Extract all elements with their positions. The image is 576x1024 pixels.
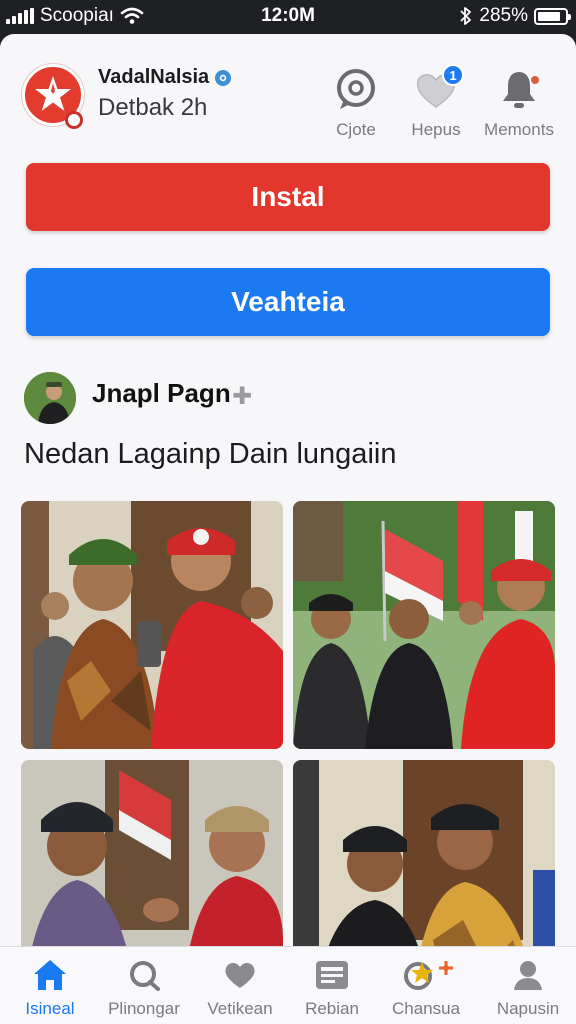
notification-badge: 1 bbox=[442, 64, 464, 86]
likes-label: Hepus bbox=[411, 120, 461, 139]
battery-percent: 285% bbox=[479, 5, 528, 26]
nav-home-label: Isineal bbox=[25, 999, 75, 1018]
activity-icon bbox=[404, 961, 453, 990]
nav-activity-label: Chansua bbox=[391, 999, 461, 1018]
nav-profile[interactable]: Napusin bbox=[480, 957, 576, 1019]
bottom-nav: Isineal Plinongar Vetikean Rebian Chansu… bbox=[0, 946, 576, 1024]
nav-activity[interactable]: Chansua bbox=[378, 957, 474, 1019]
post-photo-2[interactable] bbox=[293, 501, 555, 749]
nav-search[interactable]: Plinongar bbox=[96, 957, 192, 1019]
battery-icon bbox=[534, 7, 571, 25]
post-caption: Nedan Lagainp Dain lungaiin bbox=[24, 438, 397, 470]
author-photo bbox=[24, 372, 76, 424]
post-photo-1[interactable] bbox=[21, 501, 283, 749]
nav-favorites-label: Vetikean bbox=[207, 999, 273, 1018]
follow-button[interactable]: Veahteia bbox=[26, 268, 550, 336]
nav-search-label: Plinongar bbox=[108, 999, 180, 1018]
news-icon bbox=[316, 961, 348, 989]
nav-favorites[interactable]: Vetikean bbox=[192, 957, 288, 1019]
nav-news[interactable]: Rebian bbox=[284, 957, 380, 1019]
bluetooth-icon bbox=[460, 7, 472, 25]
account-logo[interactable] bbox=[22, 64, 84, 129]
nav-home[interactable]: Isineal bbox=[2, 957, 98, 1019]
follow-author-icon[interactable]: ✚ bbox=[232, 382, 252, 411]
chat-label: Cjote bbox=[336, 120, 376, 139]
search-icon bbox=[130, 961, 160, 991]
alert-dot bbox=[531, 76, 539, 84]
verified-icon bbox=[215, 69, 232, 86]
nav-profile-label: Napusin bbox=[496, 999, 560, 1018]
app-screen: VadalNalsia Detbak 2h Cjote 1 Hepus Memo… bbox=[0, 34, 576, 1024]
author-name[interactable]: Jnapl Pagn bbox=[92, 378, 231, 409]
heart-icon bbox=[225, 962, 255, 988]
chat-button[interactable]: Cjote bbox=[316, 66, 396, 140]
home-icon bbox=[34, 960, 66, 990]
status-bar: Scoopiaı 12:0M 285% bbox=[0, 0, 576, 34]
likes-button[interactable]: 1 Hepus bbox=[396, 64, 476, 140]
account-name-row[interactable]: VadalNalsia bbox=[98, 66, 232, 89]
install-button[interactable]: Instal bbox=[26, 163, 550, 231]
profile-icon bbox=[514, 961, 542, 990]
moments-button[interactable]: Memonts bbox=[479, 66, 559, 140]
nav-news-label: Rebian bbox=[305, 999, 359, 1018]
chat-bubble-icon bbox=[337, 69, 375, 109]
account-subtitle: Detbak 2h bbox=[98, 94, 208, 121]
moments-label: Memonts bbox=[484, 120, 554, 139]
bell-icon bbox=[503, 72, 535, 108]
online-dot bbox=[65, 111, 83, 129]
author-avatar[interactable] bbox=[24, 372, 76, 424]
profile-header: VadalNalsia Detbak 2h Cjote 1 Hepus Memo… bbox=[0, 34, 576, 154]
account-name[interactable]: VadalNalsia bbox=[98, 66, 209, 89]
